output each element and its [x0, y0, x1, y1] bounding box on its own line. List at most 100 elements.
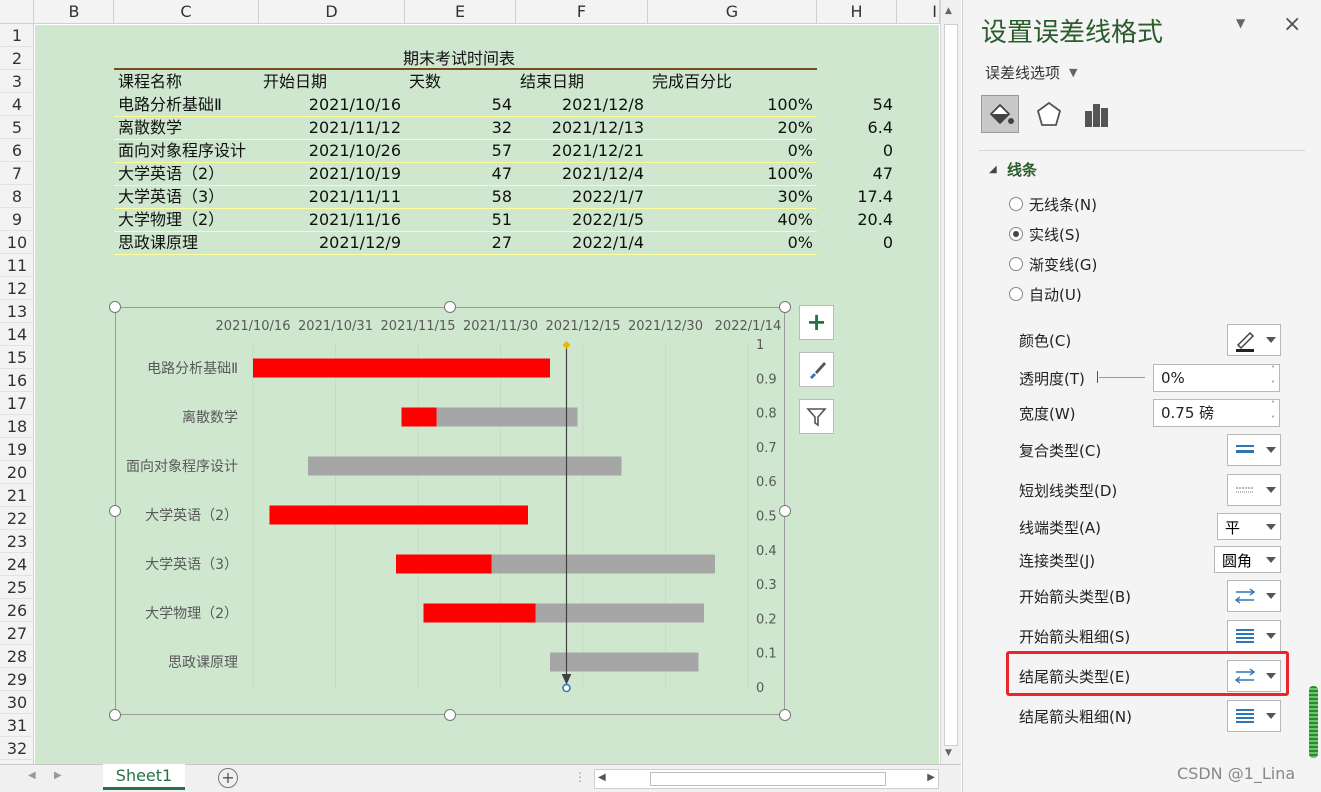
error-bar-options-tab[interactable]: [1079, 97, 1115, 133]
row-header-13[interactable]: 13: [0, 300, 34, 323]
row-header-10[interactable]: 10: [0, 231, 34, 254]
width-input[interactable]: 0.75 磅 ˄ ˅: [1153, 399, 1280, 427]
row-header-18[interactable]: 18: [0, 415, 34, 438]
row-header-16[interactable]: 16: [0, 369, 34, 392]
close-icon[interactable]: ×: [1283, 12, 1301, 37]
resize-handle[interactable]: [444, 709, 456, 721]
options-dropdown-icon[interactable]: ▼: [1069, 66, 1077, 79]
pane-scrollbar-thumb[interactable]: [1309, 686, 1318, 758]
row-header-17[interactable]: 17: [0, 392, 34, 415]
vertical-scroll-thumb[interactable]: [944, 24, 958, 746]
chart-styles-button[interactable]: [799, 352, 834, 387]
hscroll-right-icon[interactable]: ▶: [927, 772, 935, 783]
fill-line-tab[interactable]: [981, 95, 1019, 133]
width-spinner-icon[interactable]: ˄ ˅: [1271, 397, 1275, 427]
row-header-26[interactable]: 26: [0, 599, 34, 622]
radio-solid-line-label[interactable]: 实线(S): [1029, 224, 1080, 245]
row-header-25[interactable]: 25: [0, 576, 34, 599]
resize-handle[interactable]: [109, 301, 121, 313]
gantt-chart-svg[interactable]: 2021/10/16 2021/10/31 2021/11/15 2021/11/30…: [116, 308, 786, 716]
transparency-input[interactable]: 0% ˄ ˅: [1153, 364, 1280, 392]
row-header-20[interactable]: 20: [0, 461, 34, 484]
radio-no-line-label[interactable]: 无线条(N): [1029, 194, 1097, 215]
radio-automatic-label[interactable]: 自动(U): [1029, 284, 1082, 305]
row-header-24[interactable]: 24: [0, 553, 34, 576]
row-header-30[interactable]: 30: [0, 691, 34, 714]
radio-solid-line[interactable]: [1009, 227, 1023, 241]
row-header-19[interactable]: 19: [0, 438, 34, 461]
col-header-g[interactable]: G: [648, 0, 817, 24]
radio-gradient-line[interactable]: [1009, 257, 1023, 271]
tab-scroll-left-icon[interactable]: ◀: [28, 770, 36, 781]
end-arrow-size-dropdown[interactable]: [1227, 700, 1281, 732]
scroll-up-icon[interactable]: ▲: [945, 6, 952, 16]
dash-type-dropdown[interactable]: [1227, 474, 1281, 506]
cap-type-dropdown[interactable]: 平: [1217, 513, 1281, 540]
resize-handle[interactable]: [109, 709, 121, 721]
row-header-3[interactable]: 3: [0, 70, 34, 93]
horizontal-scrollbar[interactable]: ◀ ▶: [594, 769, 939, 789]
row-header-31[interactable]: 31: [0, 714, 34, 737]
row-header-28[interactable]: 28: [0, 645, 34, 668]
join-type-dropdown[interactable]: 圆角: [1214, 546, 1281, 573]
chart-filters-button[interactable]: [799, 399, 834, 434]
end-arrow-type-dropdown[interactable]: [1227, 660, 1281, 692]
row-header-5[interactable]: 5: [0, 116, 34, 139]
horizontal-scroll-thumb[interactable]: [650, 772, 886, 786]
col-header-i[interactable]: I: [897, 0, 940, 24]
row-header-12[interactable]: 12: [0, 277, 34, 300]
transparency-spinner-icon[interactable]: ˄ ˅: [1271, 362, 1275, 392]
vertical-scrollbar[interactable]: ▲ ▼: [940, 0, 961, 764]
col-header-c[interactable]: C: [114, 0, 259, 24]
col-header-h[interactable]: H: [817, 0, 897, 24]
resize-handle[interactable]: [779, 505, 791, 517]
sheet-tab-sheet1[interactable]: Sheet1: [103, 764, 185, 790]
worksheet-grid[interactable]: 期末考试时间表 课程名称 开始日期 天数 结束日期 完成百分比 电路分析基础Ⅱ 2…: [35, 25, 939, 764]
row-header-23[interactable]: 23: [0, 530, 34, 553]
col-header-d[interactable]: D: [259, 0, 405, 24]
col-header-e[interactable]: E: [405, 0, 516, 24]
error-bar-options-dropdown[interactable]: 误差线选项: [985, 62, 1060, 83]
add-sheet-icon[interactable]: +: [218, 768, 238, 788]
row-header-4[interactable]: 4: [0, 93, 34, 116]
radio-no-line[interactable]: [1009, 197, 1023, 211]
compound-type-dropdown[interactable]: [1227, 434, 1281, 466]
hscroll-left-icon[interactable]: ◀: [598, 772, 606, 783]
row-header-2[interactable]: 2: [0, 47, 34, 70]
row-header-32[interactable]: 32: [0, 737, 34, 760]
select-all-corner[interactable]: [0, 0, 34, 24]
row-header-11[interactable]: 11: [0, 254, 34, 277]
resize-handle[interactable]: [779, 709, 791, 721]
begin-arrow-size-dropdown[interactable]: [1227, 620, 1281, 652]
effects-tab[interactable]: [1031, 97, 1067, 133]
chart-elements-button[interactable]: +: [799, 305, 834, 340]
chart-area[interactable]: 2021/10/16 2021/10/31 2021/11/15 2021/11/30…: [115, 307, 785, 715]
col-header-b[interactable]: B: [35, 0, 114, 24]
section-line-header[interactable]: 线条: [1007, 159, 1037, 180]
row-header-29[interactable]: 29: [0, 668, 34, 691]
resize-handle[interactable]: [779, 301, 791, 313]
row-header-1[interactable]: 1: [0, 24, 34, 47]
row-header-9[interactable]: 9: [0, 208, 34, 231]
row-header-22[interactable]: 22: [0, 507, 34, 530]
transparency-slider-handle[interactable]: [1097, 371, 1098, 383]
resize-handle[interactable]: [109, 505, 121, 517]
radio-gradient-line-label[interactable]: 渐变线(G): [1029, 254, 1097, 275]
section-collapse-icon[interactable]: ◢: [989, 164, 997, 175]
scroll-down-icon[interactable]: ▼: [945, 748, 952, 758]
pane-options-chevron-icon[interactable]: ▼: [1236, 16, 1245, 30]
split-handle-icon[interactable]: ⋮: [574, 770, 586, 784]
resize-handle[interactable]: [444, 301, 456, 313]
radio-automatic[interactable]: [1009, 287, 1023, 301]
row-header-21[interactable]: 21: [0, 484, 34, 507]
row-header-15[interactable]: 15: [0, 346, 34, 369]
row-header-7[interactable]: 7: [0, 162, 34, 185]
color-picker[interactable]: [1227, 324, 1281, 356]
row-header-6[interactable]: 6: [0, 139, 34, 162]
begin-arrow-type-dropdown[interactable]: [1227, 580, 1281, 612]
transparency-slider-track[interactable]: [1099, 377, 1145, 378]
col-header-f[interactable]: F: [516, 0, 648, 24]
row-header-14[interactable]: 14: [0, 323, 34, 346]
tab-scroll-right-icon[interactable]: ▶: [54, 770, 62, 781]
row-header-8[interactable]: 8: [0, 185, 34, 208]
